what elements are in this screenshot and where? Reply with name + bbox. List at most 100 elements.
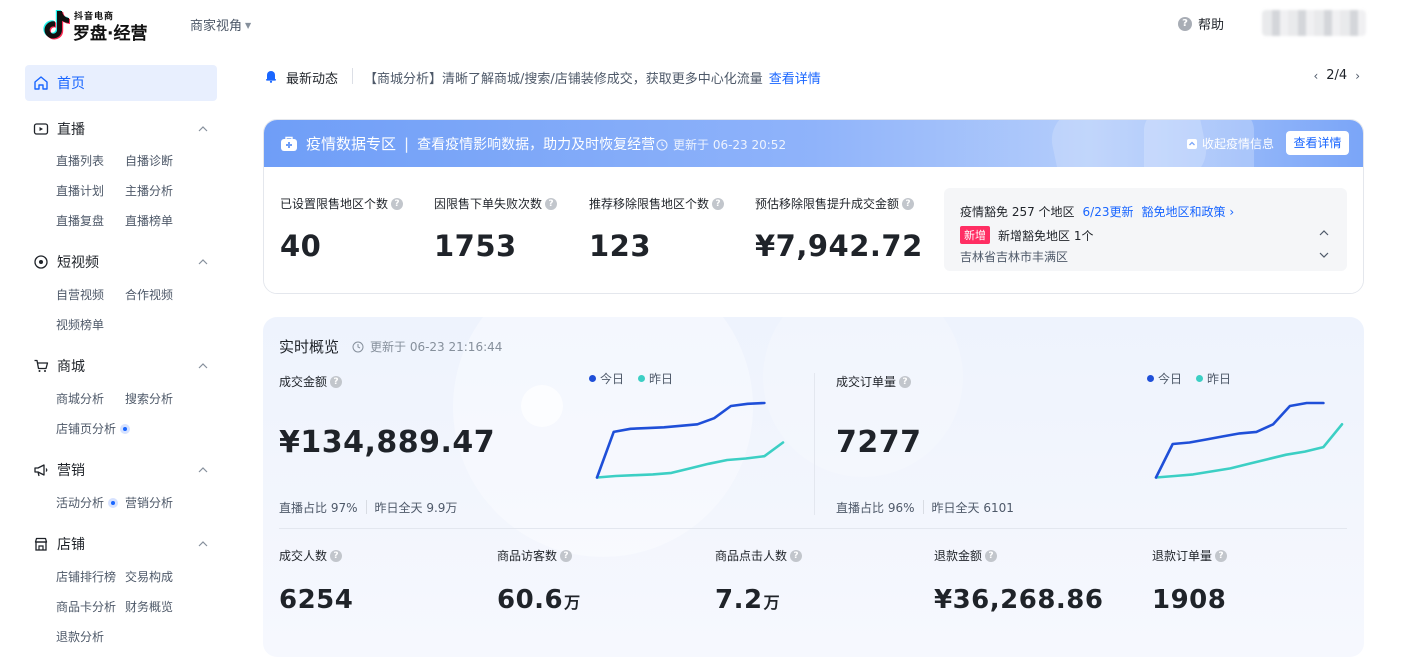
help-icon[interactable]: ? xyxy=(545,197,558,210)
card-value-number: 1908 xyxy=(1152,585,1227,615)
legend-item-yesterday[interactable]: 昨日 xyxy=(638,370,673,387)
help-icon[interactable]: ? xyxy=(391,197,404,210)
sidebar-group-marketing[interactable]: 营销 xyxy=(33,460,209,480)
epidemic-detail-button[interactable]: 查看详情 xyxy=(1286,131,1349,155)
exempt-policy-link[interactable]: 豁免地区和政策 › xyxy=(1142,203,1235,220)
account-avatar[interactable] xyxy=(1262,10,1366,36)
caret-down-icon: ▼ xyxy=(245,21,252,30)
epidemic-title: 疫情数据专区 | 查看疫情影响数据，助力及时恢复经营 xyxy=(280,133,655,154)
tv-icon xyxy=(33,123,49,135)
clock-icon xyxy=(352,341,364,352)
clock-icon xyxy=(656,139,668,150)
sidebar-item-live-review[interactable]: 直播复盘 xyxy=(56,212,104,229)
news-detail-link[interactable]: 查看详情 xyxy=(769,72,821,87)
epidemic-panel: 疫情数据专区 | 查看疫情影响数据，助力及时恢复经营 更新于 06-23 20:… xyxy=(263,119,1364,294)
card-footer-ratio: 直播占比 96% xyxy=(836,501,915,515)
help-button[interactable]: ? 帮助 xyxy=(1178,14,1224,33)
sidebar-group-shop[interactable]: 店铺 xyxy=(33,534,209,554)
card-value: 6254 xyxy=(279,585,354,615)
sidebar-group-mall[interactable]: 商城 xyxy=(33,356,209,376)
card-value-unit: 万 xyxy=(763,593,781,612)
exempt-update-link[interactable]: 6/23更新 xyxy=(1083,203,1134,220)
decoration xyxy=(521,385,563,427)
legend-dot-icon xyxy=(589,375,596,382)
sidebar-item-product-card-analysis[interactable]: 商品卡分析 xyxy=(56,598,116,615)
sidebar-item-finance-overview[interactable]: 财务概览 xyxy=(125,598,173,615)
help-icon[interactable]: ? xyxy=(1215,549,1228,562)
sidebar-item-trade-composition[interactable]: 交易构成 xyxy=(125,568,173,585)
exempt-added-text: 新增豁免地区 1个 xyxy=(998,228,1094,243)
card-value: 7277 xyxy=(836,425,922,460)
sidebar-group-short-video[interactable]: 短视频 xyxy=(33,252,209,272)
card-value: 1908 xyxy=(1152,585,1227,615)
cart-icon xyxy=(34,359,49,372)
sidebar-item-mall-analysis[interactable]: 商城分析 xyxy=(56,390,104,407)
bell-icon xyxy=(266,71,276,83)
sidebar-item-live-ranking[interactable]: 直播榜单 xyxy=(125,212,173,229)
sidebar-group-live[interactable]: 直播 xyxy=(33,119,209,139)
sidebar-item-activity-analysis[interactable]: 活动分析 xyxy=(56,494,119,511)
help-icon[interactable]: ? xyxy=(985,549,998,562)
sidebar-item-self-diagnosis[interactable]: 自播诊断 xyxy=(125,152,173,169)
metric-label-text: 已设置限售地区个数 xyxy=(280,197,389,211)
epidemic-updated-text: 更新于 06-23 20:52 xyxy=(673,138,787,152)
sidebar-item-home[interactable]: 首页 xyxy=(25,65,217,101)
sidebar-item-live-list[interactable]: 直播列表 xyxy=(56,152,104,169)
sidebar-item-own-video[interactable]: 自营视频 xyxy=(56,286,104,303)
medical-kit-icon xyxy=(281,136,297,151)
sidebar-item-refund-analysis[interactable]: 退款分析 xyxy=(56,628,104,645)
help-icon[interactable]: ? xyxy=(712,197,725,210)
legend-item-today[interactable]: 今日 xyxy=(589,370,624,387)
help-icon[interactable]: ? xyxy=(790,549,803,562)
card-footer-yesterday: 昨日全天 9.9万 xyxy=(374,501,458,515)
chevron-up-icon[interactable] xyxy=(1317,228,1331,238)
sidebar-item-search-analysis[interactable]: 搜索分析 xyxy=(125,390,173,407)
help-icon[interactable]: ? xyxy=(330,549,343,562)
help-icon[interactable]: ? xyxy=(902,197,915,210)
epidemic-title-text: 疫情数据专区 xyxy=(306,135,397,153)
metric-value: 40 xyxy=(280,229,322,263)
card-value: 60.6万 xyxy=(497,585,581,615)
chevron-left-icon[interactable]: ‹ xyxy=(1313,69,1318,83)
view-switch-dropdown[interactable]: 商家视角 ▼ xyxy=(190,15,251,34)
sidebar-item-marketing-analysis[interactable]: 营销分析 xyxy=(125,494,173,511)
exempt-summary-row: 疫情豁免 257 个地区 6/23更新 豁免地区和政策 › xyxy=(960,203,1234,220)
card-label: 退款订单量? xyxy=(1152,547,1228,564)
collapse-epidemic-button[interactable]: 收起疫情信息 xyxy=(1186,135,1274,152)
chevron-down-icon[interactable] xyxy=(1317,250,1331,260)
app-logo[interactable]: 抖音电商 罗盘·经营 xyxy=(40,8,160,44)
help-icon[interactable]: ? xyxy=(330,375,343,388)
sidebar-item-live-plan[interactable]: 直播计划 xyxy=(56,182,104,199)
title-divider: | xyxy=(404,134,410,153)
new-dot-icon xyxy=(108,498,119,508)
card-footer: 直播占比 97% 昨日全天 9.9万 xyxy=(279,499,457,516)
sidebar-group-label: 营销 xyxy=(57,463,85,479)
realtime-updated: 更新于 06-23 21:16:44 xyxy=(352,338,502,355)
exempt-summary: 疫情豁免 257 个地区 xyxy=(960,205,1075,219)
divider xyxy=(279,528,1347,529)
legend-item-today[interactable]: 今日 xyxy=(1147,370,1182,387)
card-label-text: 成交人数 xyxy=(279,549,328,563)
sidebar-group-label: 店铺 xyxy=(57,537,85,553)
chevron-right-icon[interactable]: › xyxy=(1355,69,1360,83)
new-dot-icon xyxy=(120,424,131,434)
sidebar-item-coop-video[interactable]: 合作视频 xyxy=(125,286,173,303)
card-label: 商品访客数? xyxy=(497,547,573,564)
legend-item-yesterday[interactable]: 昨日 xyxy=(1196,370,1231,387)
help-icon[interactable]: ? xyxy=(560,549,573,562)
chevron-up-icon xyxy=(198,126,208,132)
chevron-up-icon xyxy=(198,259,208,265)
epidemic-subtitle: 查看疫情影响数据，助力及时恢复经营 xyxy=(417,136,656,153)
card-footer-yesterday: 昨日全天 6101 xyxy=(931,501,1014,515)
legend-label: 昨日 xyxy=(1207,372,1232,386)
chart-legend: 今日 昨日 xyxy=(589,370,673,387)
sidebar-item-shop-page-analysis[interactable]: 店铺页分析 xyxy=(56,420,131,437)
help-icon[interactable]: ? xyxy=(899,375,912,388)
sidebar-item-host-analysis[interactable]: 主播分析 xyxy=(125,182,173,199)
metric-label: 已设置限售地区个数? xyxy=(280,195,404,212)
legend-label: 昨日 xyxy=(649,372,674,386)
sidebar-item-shop-ranking[interactable]: 店铺排行榜 xyxy=(56,568,116,585)
news-pager: ‹ 2/4 › xyxy=(1313,68,1360,83)
card-value-number: 7.2 xyxy=(715,585,763,615)
sidebar-item-video-ranking[interactable]: 视频榜单 xyxy=(56,316,104,333)
